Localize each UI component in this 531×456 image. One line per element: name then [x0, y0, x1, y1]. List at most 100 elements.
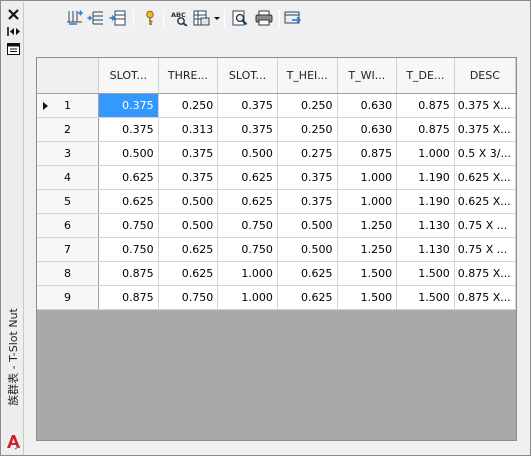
desc-cell[interactable]: 0.5 X 3/...	[454, 141, 516, 166]
value-cell[interactable]: 1.500	[337, 285, 398, 310]
table-row[interactable]: 9 0.875 0.750 1.000 0.625 1.500 1.500 0.875 X..…	[37, 285, 516, 310]
value-cell[interactable]: 1.000	[337, 189, 398, 214]
desc-cell[interactable]: 0.625 X...	[454, 189, 516, 214]
value-cell[interactable]: 0.750	[98, 237, 159, 262]
value-cell[interactable]: 0.625	[158, 261, 219, 286]
value-cell[interactable]: 0.500	[277, 237, 338, 262]
value-cell[interactable]: 0.625	[217, 165, 278, 190]
column-header[interactable]: DESC	[454, 58, 516, 94]
key-icon[interactable]	[141, 9, 159, 27]
table-row[interactable]: 5 0.625 0.500 0.625 0.375 1.000 1.190 0.625 X..…	[37, 189, 516, 214]
value-cell[interactable]: 0.630	[337, 117, 398, 142]
row-header[interactable]: 3	[37, 141, 100, 166]
value-cell[interactable]: 0.750	[98, 213, 159, 238]
table-row[interactable]: 7 0.750 0.625 0.750 0.500 1.250 1.130 0.75 X ..…	[37, 237, 516, 262]
value-cell[interactable]: 0.875	[337, 141, 398, 166]
value-cell[interactable]: 1.190	[396, 189, 455, 214]
value-cell[interactable]: 0.625	[98, 165, 159, 190]
list-dropdown-icon[interactable]	[193, 9, 221, 27]
value-cell[interactable]: 0.500	[217, 141, 278, 166]
insert-column-icon[interactable]	[87, 9, 105, 27]
table-row[interactable]: 2 0.375 0.313 0.375 0.250 0.630 0.875 0.375 X..…	[37, 117, 516, 142]
value-cell[interactable]: 0.250	[277, 93, 338, 118]
family-table-grid[interactable]: SLOT... THRE... SLOT... T_HEI... T_WI...…	[36, 57, 517, 441]
value-cell[interactable]: 1.000	[217, 261, 278, 286]
value-cell[interactable]: 0.750	[217, 237, 278, 262]
desc-cell[interactable]: 0.75 X ...	[454, 237, 516, 262]
auto-hide-icon[interactable]	[6, 24, 21, 38]
properties-icon[interactable]	[6, 42, 21, 56]
value-cell[interactable]: 0.625	[277, 261, 338, 286]
value-cell[interactable]: 0.375	[158, 165, 219, 190]
column-header[interactable]: THRE...	[158, 58, 219, 94]
value-cell[interactable]: 0.625	[277, 285, 338, 310]
value-cell[interactable]: 0.375	[217, 93, 278, 118]
table-row[interactable]: 4 0.625 0.375 0.625 0.375 1.000 1.190 0.625 X..…	[37, 165, 516, 190]
desc-cell[interactable]: 0.375 X...	[454, 117, 516, 142]
value-cell[interactable]: 1.250	[337, 213, 398, 238]
row-header[interactable]: 8	[37, 261, 100, 286]
value-cell[interactable]: 0.875	[98, 261, 159, 286]
corner-cell[interactable]	[37, 58, 100, 94]
value-cell[interactable]: 1.250	[337, 237, 398, 262]
row-header[interactable]: 2	[37, 117, 100, 142]
desc-cell[interactable]: 0.875 X...	[454, 285, 516, 310]
value-cell[interactable]: 0.250	[277, 117, 338, 142]
print-icon[interactable]	[254, 9, 274, 27]
value-cell[interactable]: 0.375	[98, 93, 159, 118]
value-cell[interactable]: 0.625	[158, 237, 219, 262]
column-header[interactable]: SLOT...	[98, 58, 159, 94]
value-cell[interactable]: 0.625	[217, 189, 278, 214]
value-cell[interactable]: 0.500	[158, 213, 219, 238]
value-cell[interactable]: 0.750	[158, 285, 219, 310]
value-cell[interactable]: 1.000	[337, 165, 398, 190]
value-cell[interactable]: 0.313	[158, 117, 219, 142]
value-cell[interactable]: 0.500	[277, 213, 338, 238]
spellcheck-icon[interactable]: ABC	[171, 9, 189, 27]
value-cell[interactable]: 1.000	[217, 285, 278, 310]
row-header[interactable]: 5	[37, 189, 100, 214]
value-cell[interactable]: 1.130	[396, 237, 455, 262]
value-cell[interactable]: 0.500	[158, 189, 219, 214]
desc-cell[interactable]: 0.875 X...	[454, 261, 516, 286]
print-preview-icon[interactable]	[231, 9, 249, 27]
value-cell[interactable]: 1.130	[396, 213, 455, 238]
column-header[interactable]: T_DE...	[396, 58, 455, 94]
table-row[interactable]: 8 0.875 0.625 1.000 0.625 1.500 1.500 0.875 X..…	[37, 261, 516, 286]
table-row[interactable]: 1 0.375 0.250 0.375 0.250 0.630 0.875 0.375 X..…	[37, 93, 516, 118]
value-cell[interactable]: 0.875	[396, 93, 455, 118]
value-cell[interactable]: 0.250	[158, 93, 219, 118]
insert-row-icon[interactable]	[66, 9, 84, 27]
row-header[interactable]: 7	[37, 237, 100, 262]
value-cell[interactable]: 1.500	[396, 261, 455, 286]
value-cell[interactable]: 0.375	[158, 141, 219, 166]
desc-cell[interactable]: 0.75 X ...	[454, 213, 516, 238]
value-cell[interactable]: 1.190	[396, 165, 455, 190]
value-cell[interactable]: 0.625	[98, 189, 159, 214]
close-icon[interactable]	[6, 7, 21, 21]
row-header[interactable]: 1	[37, 93, 100, 118]
table-row[interactable]: 6 0.750 0.500 0.750 0.500 1.250 1.130 0.75 X ..…	[37, 213, 516, 238]
value-cell[interactable]: 0.875	[98, 285, 159, 310]
value-cell[interactable]: 0.375	[277, 165, 338, 190]
row-header[interactable]: 9	[37, 285, 100, 310]
value-cell[interactable]: 0.375	[98, 117, 159, 142]
value-cell[interactable]: 0.750	[217, 213, 278, 238]
edit-column-icon[interactable]	[109, 9, 127, 27]
value-cell[interactable]: 0.375	[217, 117, 278, 142]
value-cell[interactable]: 1.500	[396, 285, 455, 310]
value-cell[interactable]: 0.275	[277, 141, 338, 166]
autocad-logo-icon[interactable]	[6, 434, 21, 450]
value-cell[interactable]: 0.630	[337, 93, 398, 118]
value-cell[interactable]: 1.000	[396, 141, 455, 166]
table-row[interactable]: 3 0.500 0.375 0.500 0.275 0.875 1.000 0.5 X 3/.…	[37, 141, 516, 166]
column-header[interactable]: T_HEI...	[277, 58, 338, 94]
value-cell[interactable]: 0.875	[396, 117, 455, 142]
column-header[interactable]: T_WI...	[337, 58, 398, 94]
value-cell[interactable]: 0.375	[277, 189, 338, 214]
export-icon[interactable]	[284, 9, 302, 27]
value-cell[interactable]: 1.500	[337, 261, 398, 286]
desc-cell[interactable]: 0.625 X...	[454, 165, 516, 190]
value-cell[interactable]: 0.500	[98, 141, 159, 166]
desc-cell[interactable]: 0.375 X...	[454, 93, 516, 118]
